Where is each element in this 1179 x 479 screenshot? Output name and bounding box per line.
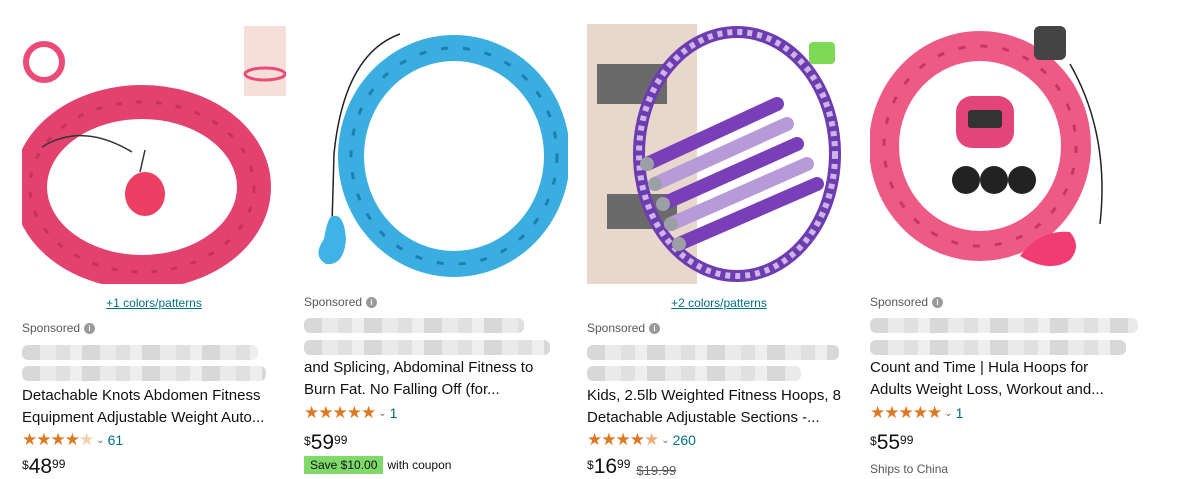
title-line: Kids, 2.5lb Weighted Fitness Hoops, 8: [587, 387, 842, 404]
chevron-down-icon[interactable]: ⌄: [96, 435, 104, 446]
chevron-down-icon[interactable]: ⌄: [378, 408, 386, 419]
sponsored-label[interactable]: Sponsored i: [870, 295, 944, 309]
coupon-row[interactable]: Save $10.00 with coupon: [304, 456, 451, 474]
title-line: and Splicing, Abdominal Fitness to: [304, 359, 534, 376]
rating-row[interactable]: ★★★★★ ⌄ 1: [304, 403, 397, 423]
sponsored-label[interactable]: Sponsored i: [304, 295, 378, 309]
blurred-title-line: [304, 318, 524, 333]
blurred-title-line: [304, 340, 550, 355]
star-rating: ★★★★★: [587, 430, 659, 449]
product-title[interactable]: Detachable Knots Abdomen Fitness Equipme…: [22, 385, 264, 429]
star-rating: ★★★★★: [22, 430, 94, 449]
product-image-pink-hoop[interactable]: [22, 22, 286, 284]
price[interactable]: $ 48 99: [22, 455, 65, 479]
product-card-3[interactable]: +2 colors/patterns Sponsored i Kids, 2.5…: [587, 0, 855, 478]
sponsored-text: Sponsored: [304, 295, 363, 309]
blurred-title-line: [870, 340, 1126, 355]
title-line: Count and Time | Hula Hoops for: [870, 359, 1089, 376]
price-fraction: 99: [52, 457, 66, 471]
price-whole: 16: [593, 455, 618, 478]
rating-row[interactable]: ★★★★★ ⌄ 1: [870, 403, 963, 423]
price-symbol: $: [870, 434, 877, 448]
title-line: Detachable Knots Abdomen Fitness: [22, 387, 261, 404]
info-icon[interactable]: i: [84, 322, 96, 334]
sponsored-text: Sponsored: [587, 321, 646, 335]
title-line: Burn Fat. No Falling Off (for...: [304, 381, 500, 398]
price[interactable]: $ 16 99 $19.99: [587, 455, 676, 479]
product-card-4[interactable]: Sponsored i Count and Time | Hula Hoops …: [870, 0, 1138, 476]
save-coupon-badge[interactable]: Save $10.00: [304, 456, 384, 474]
review-count[interactable]: 61: [108, 432, 124, 448]
product-image-blue-hoop[interactable]: [304, 24, 568, 278]
product-card-2[interactable]: Sponsored i and Splicing, Abdominal Fitn…: [304, 0, 572, 474]
chevron-down-icon[interactable]: ⌄: [661, 435, 669, 446]
info-icon[interactable]: i: [932, 296, 944, 308]
price-whole: 55: [876, 431, 901, 454]
product-image-smart-hoop[interactable]: [870, 24, 1134, 278]
rating-row[interactable]: ★★★★★ ⌄ 61: [22, 430, 123, 450]
price-whole: 48: [28, 455, 53, 478]
star-rating: ★★★★★: [304, 403, 376, 422]
shipping-info: Ships to China: [870, 462, 949, 476]
blurred-title-line: [587, 366, 801, 381]
sponsored-text: Sponsored: [22, 321, 81, 335]
colors-patterns-link[interactable]: +2 colors/patterns: [587, 296, 851, 310]
price-symbol: $: [304, 434, 311, 448]
blurred-title-line: [22, 366, 266, 381]
info-icon[interactable]: i: [649, 322, 661, 334]
product-card-1[interactable]: +1 colors/patterns Sponsored i Detachabl…: [22, 0, 290, 478]
sponsored-label[interactable]: Sponsored i: [587, 321, 661, 335]
review-count[interactable]: 1: [956, 405, 964, 421]
title-line: Detachable Adjustable Sections -...: [587, 409, 820, 426]
sponsored-label[interactable]: Sponsored i: [22, 321, 96, 335]
product-title[interactable]: Kids, 2.5lb Weighted Fitness Hoops, 8 De…: [587, 385, 841, 429]
price-symbol: $: [587, 458, 594, 472]
price[interactable]: $ 59 99: [304, 431, 347, 455]
info-icon[interactable]: i: [366, 296, 378, 308]
price[interactable]: $ 55 99: [870, 431, 913, 455]
product-title[interactable]: Count and Time | Hula Hoops for Adults W…: [870, 357, 1104, 401]
sponsored-text: Sponsored: [870, 295, 929, 309]
chevron-down-icon[interactable]: ⌄: [944, 408, 952, 419]
colors-patterns-link[interactable]: +1 colors/patterns: [22, 296, 286, 310]
price-whole: 59: [310, 431, 335, 454]
blurred-title-line: [22, 345, 258, 360]
product-image-purple-hoop[interactable]: [587, 24, 851, 284]
list-price: $19.99: [636, 463, 677, 478]
price-fraction: 99: [617, 457, 631, 471]
review-count[interactable]: 1: [390, 405, 398, 421]
price-symbol: $: [22, 458, 29, 472]
blurred-title-line: [587, 345, 839, 360]
coupon-text: with coupon: [387, 458, 452, 472]
rating-row[interactable]: ★★★★★ ⌄ 260: [587, 430, 696, 450]
price-fraction: 99: [900, 433, 914, 447]
product-title[interactable]: and Splicing, Abdominal Fitness to Burn …: [304, 357, 533, 401]
review-count[interactable]: 260: [673, 432, 696, 448]
title-line: Equipment Adjustable Weight Auto...: [22, 409, 265, 426]
title-line: Adults Weight Loss, Workout and...: [870, 381, 1104, 398]
price-fraction: 99: [334, 433, 348, 447]
star-rating: ★★★★★: [870, 403, 942, 422]
blurred-title-line: [870, 318, 1138, 333]
